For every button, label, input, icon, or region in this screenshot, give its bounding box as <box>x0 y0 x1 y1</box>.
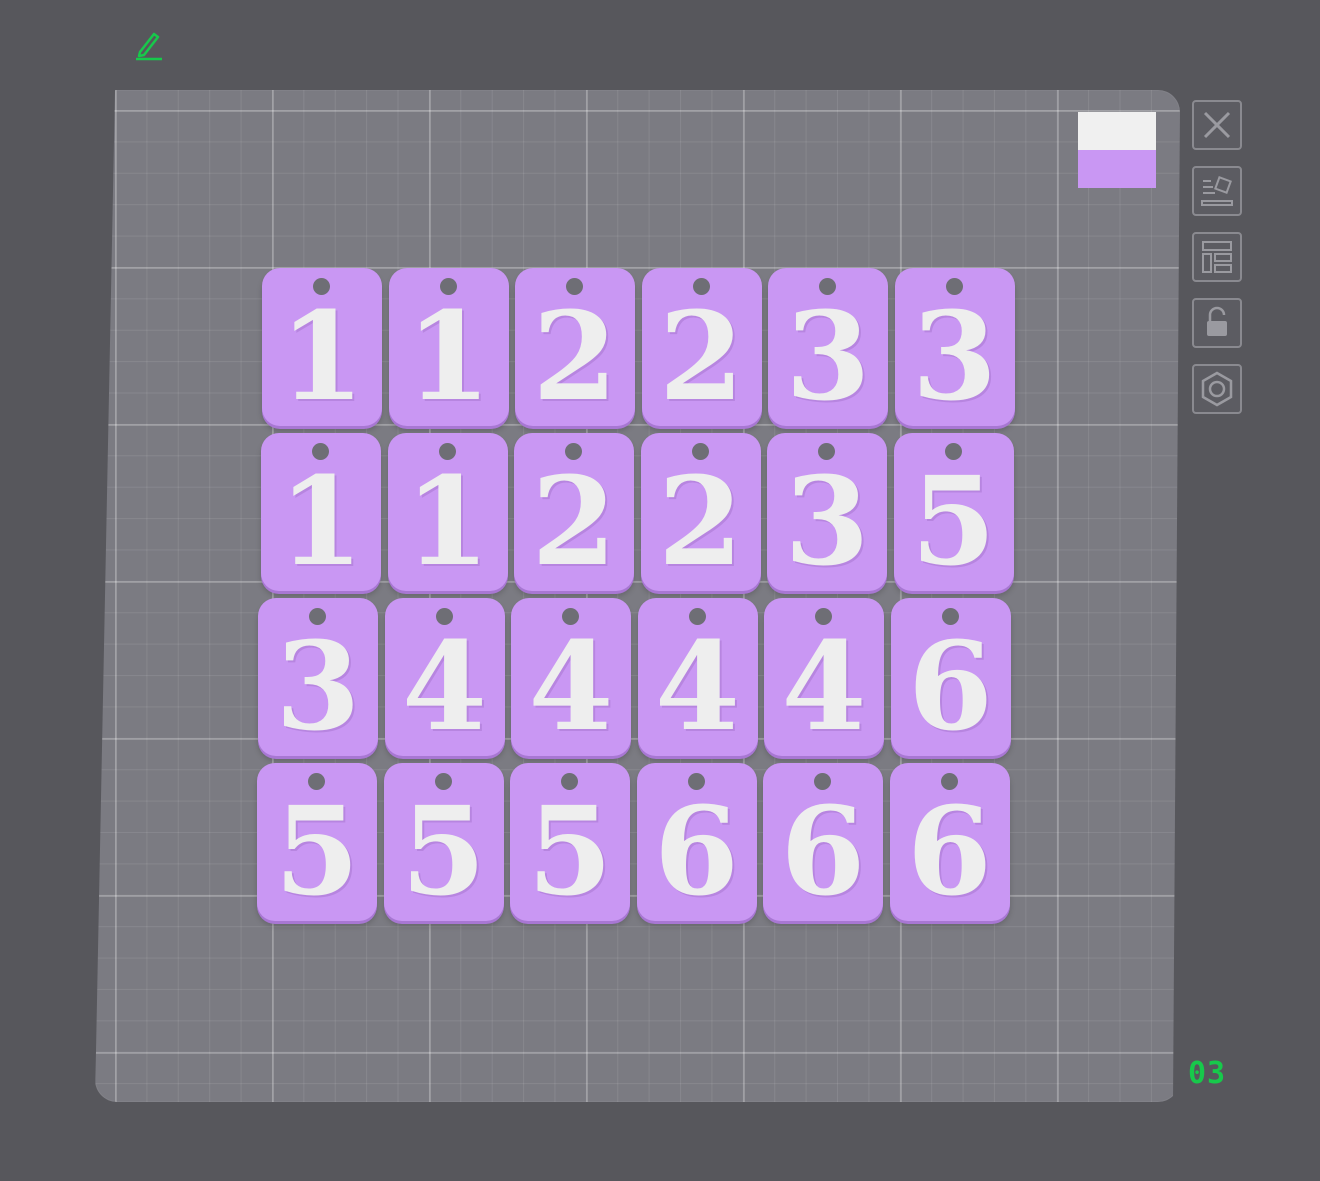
color-swatch-white[interactable] <box>1078 112 1156 150</box>
color-palette <box>1078 112 1156 188</box>
number-tile[interactable]: 3 <box>894 268 1015 428</box>
color-swatch-purple[interactable] <box>1078 150 1156 188</box>
side-toolbar <box>1192 100 1246 430</box>
number-tile[interactable]: 3 <box>767 433 887 591</box>
tile-digit: 5 <box>274 779 360 923</box>
layout-button[interactable] <box>1192 232 1242 282</box>
tile-digit: 3 <box>912 284 997 428</box>
tile-digit: 2 <box>659 284 744 428</box>
tile-digit: 1 <box>406 284 491 428</box>
nut-icon <box>1201 371 1233 407</box>
number-tile[interactable]: 5 <box>383 763 504 923</box>
tile-digit: 5 <box>401 779 486 923</box>
number-tile[interactable]: 6 <box>890 598 1011 758</box>
tile-digit: 6 <box>907 779 992 923</box>
arrange-button[interactable] <box>1192 166 1242 216</box>
number-tile[interactable]: 6 <box>763 763 883 921</box>
settings-button[interactable] <box>1192 364 1242 414</box>
close-button[interactable] <box>1192 100 1242 150</box>
number-tile[interactable]: 5 <box>510 763 630 921</box>
tile-digit: 6 <box>908 614 993 758</box>
number-tile[interactable]: 5 <box>893 433 1014 593</box>
number-tile[interactable]: 1 <box>387 433 508 593</box>
tile-digit: 4 <box>402 614 487 758</box>
tile-digit: 4 <box>528 614 614 758</box>
number-tile[interactable]: 1 <box>388 268 509 428</box>
number-tile[interactable]: 6 <box>889 763 1010 923</box>
tile-digit: 1 <box>405 449 490 593</box>
close-icon <box>1203 111 1231 139</box>
tile-digit: 6 <box>654 779 739 923</box>
tile-digit: 6 <box>780 779 866 923</box>
tile-digit: 3 <box>785 284 871 428</box>
tile-digit: 2 <box>532 284 618 428</box>
number-tile[interactable]: 4 <box>637 598 758 758</box>
tile-digit: 1 <box>278 449 364 593</box>
number-tile[interactable]: 3 <box>768 268 888 426</box>
layer-counter: 03 <box>1188 1056 1227 1091</box>
tile-digit: 4 <box>655 614 740 758</box>
number-tile[interactable]: 2 <box>514 433 634 591</box>
arrange-icon <box>1201 176 1233 206</box>
tile-digit: 2 <box>658 449 743 593</box>
number-tile[interactable]: 4 <box>511 598 631 756</box>
print-preview-viewport: 112233112235344446555666 03 <box>0 0 1320 1181</box>
tile-digit: 3 <box>784 449 870 593</box>
unlock-icon <box>1207 306 1227 336</box>
lock-button[interactable] <box>1192 298 1242 348</box>
number-tile[interactable]: 2 <box>515 268 635 426</box>
tile-digit: 4 <box>781 614 867 758</box>
tile-digit: 2 <box>531 449 617 593</box>
number-tile[interactable]: 4 <box>764 598 884 756</box>
number-tile[interactable]: 6 <box>636 763 757 923</box>
number-tile[interactable]: 1 <box>261 433 381 591</box>
number-tile[interactable]: 1 <box>262 268 382 426</box>
number-tile[interactable]: 5 <box>257 763 377 921</box>
number-tile[interactable]: 4 <box>384 598 505 758</box>
number-tile[interactable]: 3 <box>258 598 378 756</box>
tile-digit: 5 <box>527 779 613 923</box>
layout-icon <box>1202 241 1232 273</box>
tile-digit: 5 <box>911 449 996 593</box>
tile-digit: 3 <box>275 614 361 758</box>
number-tile[interactable]: 2 <box>641 268 762 428</box>
number-tile[interactable]: 2 <box>640 433 761 593</box>
tile-digit: 1 <box>279 284 365 428</box>
